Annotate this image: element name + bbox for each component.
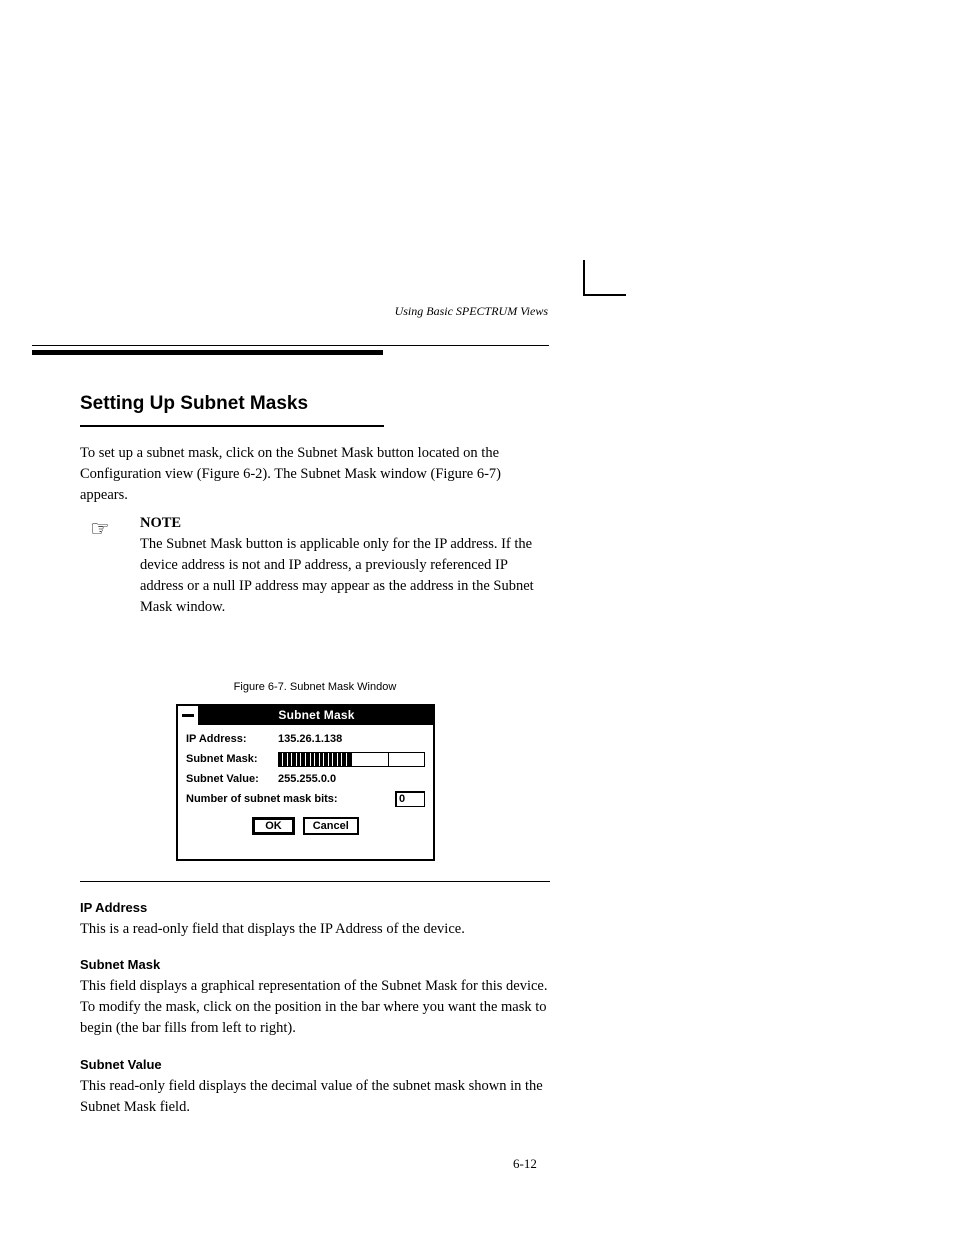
note-text: The Subnet Mask button is applicable onl… [140, 536, 534, 615]
figure-caption: Figure 6-7. Subnet Mask Window [80, 681, 550, 693]
note-block: NOTE The Subnet Mask button is applicabl… [140, 513, 550, 618]
bits-input[interactable] [395, 791, 425, 807]
button-row: OK Cancel [186, 817, 425, 835]
subnet-value-label: Subnet Value: [186, 773, 278, 785]
subnet-mask-label: Subnet Mask: [186, 753, 278, 765]
dialog-title: Subnet Mask [200, 706, 433, 725]
field-ip-address: IP Address This is a read-only field tha… [80, 898, 550, 940]
field-mask-body: This field displays a graphical represen… [80, 978, 548, 1036]
titlebar: Subnet Mask [178, 706, 433, 725]
intro-paragraph: To set up a subnet mask, click on the Su… [80, 443, 550, 506]
mask-empty-region[interactable] [352, 753, 424, 766]
dialog-body: IP Address: 135.26.1.138 Subnet Mask: Su… [178, 725, 433, 841]
subnet-mask-dialog: Subnet Mask IP Address: 135.26.1.138 Sub… [176, 704, 435, 861]
field-mask-title: Subnet Mask [80, 957, 160, 972]
field-ip-title: IP Address [80, 900, 147, 915]
system-menu-button[interactable] [178, 706, 200, 725]
subnet-value-value: 255.255.0.0 [278, 773, 336, 785]
running-header: Using Basic SPECTRUM Views [395, 304, 548, 319]
rule-section [80, 425, 384, 427]
subnet-mask-row: Subnet Mask: [186, 751, 425, 767]
field-value-body: This read-only field displays the decima… [80, 1078, 543, 1115]
ip-address-label: IP Address: [186, 733, 278, 745]
note-label: NOTE [140, 515, 181, 531]
ip-address-row: IP Address: 135.26.1.138 [186, 731, 425, 747]
bits-label: Number of subnet mask bits: [186, 793, 395, 805]
ok-button[interactable]: OK [252, 817, 295, 835]
ip-address-value: 135.26.1.138 [278, 733, 342, 745]
field-ip-body: This is a read-only field that displays … [80, 921, 465, 937]
field-value-title: Subnet Value [80, 1057, 162, 1072]
cancel-button[interactable]: Cancel [303, 817, 359, 835]
rule-top-thin [32, 345, 549, 346]
rule-top-thick [32, 350, 383, 355]
page-number: 6-12 [513, 1156, 537, 1172]
section-heading: Setting Up Subnet Masks [80, 393, 308, 415]
field-subnet-mask: Subnet Mask This field displays a graphi… [80, 955, 550, 1039]
crop-mark [583, 260, 626, 296]
subnet-value-row: Subnet Value: 255.255.0.0 [186, 771, 425, 787]
subnet-mask-bar[interactable] [278, 752, 425, 767]
rule-after-figure [80, 881, 550, 882]
field-subnet-value: Subnet Value This read-only field displa… [80, 1055, 550, 1118]
dash-icon [182, 714, 194, 717]
pointing-hand-icon: ☞ [90, 516, 110, 542]
bits-row: Number of subnet mask bits: [186, 791, 425, 807]
